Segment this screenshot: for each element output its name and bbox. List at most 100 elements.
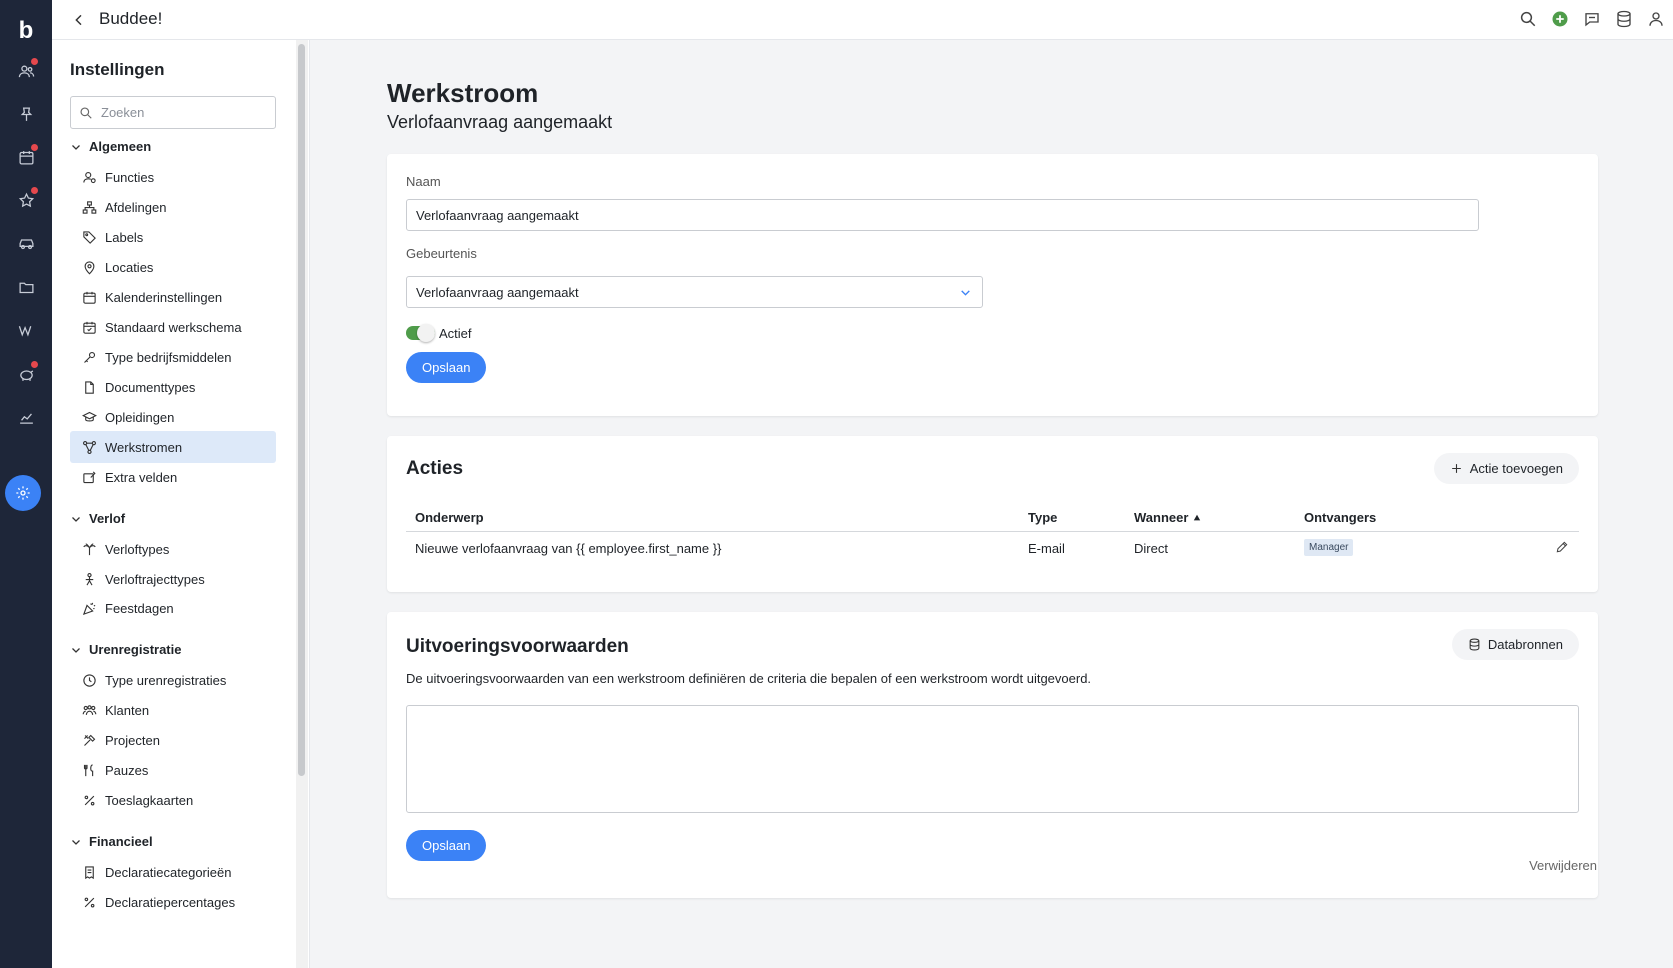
chevron-down-icon [72,516,80,522]
sidebar-item-klanten[interactable]: Klanten [70,694,276,726]
sidebar-item-toeslagkaarten[interactable]: Toeslagkaarten [70,784,276,816]
graduation-cap-icon [82,411,97,421]
sidebar-item-documenttypes[interactable]: Documenttypes [70,371,276,403]
name-label: Naam [406,174,441,189]
sidebar-scrollbar[interactable] [298,44,305,776]
tag-icon [83,230,96,244]
table-row[interactable]: Nieuwe verlofaanvraag van {{ employee.fi… [406,532,1579,564]
sidebar-item-declaratiecategorieen[interactable]: Declaratiecategorieën [70,856,276,888]
sidebar-item-werkstromen[interactable]: Werkstromen [70,431,276,463]
settings-title: Instellingen [70,60,165,79]
section-algemeen[interactable]: Algemeen [70,139,151,154]
chevron-left-icon [75,14,82,26]
sidebar-item-afdelingen[interactable]: Afdelingen [70,191,276,223]
sidebar-item-verloftypes[interactable]: Verloftypes [70,533,276,565]
sidebar-item-kalenderinstellingen[interactable]: Kalenderinstellingen [70,281,276,313]
search-icon[interactable] [1517,8,1539,30]
sidebar-item-label: Type bedrijfsmiddelen [105,349,232,365]
section-label: Verlof [89,511,126,526]
sidebar-item-functies[interactable]: Functies [70,161,276,193]
sidebar-item-label: Toeslagkaarten [105,792,194,808]
name-input[interactable] [406,199,1479,231]
add-action-button[interactable]: Actie toevoegen [1433,453,1579,484]
settings-search[interactable] [70,96,276,129]
add-action-label: Actie toevoegen [1469,461,1563,476]
chevron-down-icon [72,839,80,845]
app-logo[interactable]: b [0,14,52,48]
edit-field-icon [83,470,96,483]
car-icon[interactable] [10,227,42,259]
piggy-bank-icon[interactable] [10,358,42,390]
cell-when: Direct [1134,541,1168,556]
sidebar-item-label: Opleidingen [105,409,175,425]
pencil-icon[interactable] [1553,538,1571,556]
wiki-icon[interactable] [10,314,42,346]
workflow-form-card: Naam Gebeurtenis Verlofaanvraag aangemaa… [387,154,1598,416]
datasources-button[interactable]: Databronnen [1451,629,1579,660]
sidebar-item-standaard-werkschema[interactable]: Standaard werkschema [70,311,276,343]
percent-icon [84,897,95,907]
chevron-down-icon [72,647,80,653]
key-icon [84,351,96,363]
active-toggle[interactable] [406,324,435,342]
sidebar-item-projecten[interactable]: Projecten [70,724,276,756]
database-icon[interactable] [1613,8,1635,30]
party-icon [82,602,96,615]
chart-icon[interactable] [10,401,42,433]
page-subtitle: Verlofaanvraag aangemaakt [387,112,613,132]
sidebar-item-type-bedrijfsmiddelen[interactable]: Type bedrijfsmiddelen [70,341,276,373]
chevron-down-icon [961,290,970,296]
main-content: Werkstroom Verlofaanvraag aangemaakt Naa… [310,40,1673,968]
chevron-down-icon [72,144,80,150]
recipient-badge: Manager [1304,539,1354,556]
column-type[interactable]: Type [1028,510,1057,525]
column-ontvangers[interactable]: Ontvangers [1304,510,1376,525]
section-financieel[interactable]: Financieel [70,834,153,849]
folder-icon[interactable] [10,271,42,303]
event-select-value: Verlofaanvraag aangemaakt [416,284,579,300]
sidebar-item-locaties[interactable]: Locaties [70,251,276,283]
gear-icon[interactable] [5,475,41,511]
sidebar-item-pauzes[interactable]: Pauzes [70,754,276,786]
sidebar-item-type-urenregistraties[interactable]: Type urenregistraties [70,664,276,696]
sidebar-item-labels[interactable]: Labels [70,221,276,253]
datasources-label: Databronnen [1487,637,1563,652]
section-verlof[interactable]: Verlof [70,511,125,526]
database-icon [1469,638,1480,651]
column-onderwerp[interactable]: Onderwerp [415,510,484,525]
sidebar-item-feestdagen[interactable]: Feestdagen [70,592,276,624]
star-icon[interactable] [10,184,42,216]
sidebar-item-declaratiepercentages[interactable]: Declaratiepercentages [70,886,276,918]
column-wanneer[interactable]: Wanneer [1134,510,1201,525]
section-label: Algemeen [89,139,152,154]
back-button[interactable] [68,9,90,31]
conditions-card: Uitvoeringsvoorwaarden Databronnen De ui… [387,612,1598,898]
notification-dot [31,58,38,65]
conditions-textarea[interactable] [406,705,1579,813]
sidebar-item-extra-velden[interactable]: Extra velden [70,461,276,493]
pin-icon[interactable] [10,98,42,130]
people-icon[interactable] [10,55,42,87]
delete-link[interactable]: Verwijderen [1529,858,1597,873]
settings-search-input[interactable] [101,105,261,120]
user-icon[interactable] [1645,8,1667,30]
save-conditions-button[interactable]: Opslaan [406,830,487,861]
sidebar-item-label: Afdelingen [105,199,167,215]
sidebar-item-label: Documenttypes [105,379,196,395]
group-icon [82,704,97,715]
sidebar-item-opleidingen[interactable]: Opleidingen [70,401,276,433]
event-select[interactable]: Verlofaanvraag aangemaakt [406,276,983,308]
save-button[interactable]: Opslaan [406,352,487,383]
active-label: Actief [439,326,472,341]
calendar-icon[interactable] [10,141,42,173]
sidebar-item-verloftrajecttypes[interactable]: Verloftrajecttypes [70,563,276,595]
cutlery-icon [83,763,94,776]
tools-icon [84,734,96,746]
add-circle-icon[interactable] [1549,8,1571,30]
chat-icon[interactable] [1581,8,1603,30]
actions-title: Acties [406,458,464,479]
palm-tree-icon [83,542,96,555]
sidebar-item-label: Pauzes [105,762,149,778]
section-urenregistratie[interactable]: Urenregistratie [70,642,181,657]
cell-type: E-mail [1028,541,1065,556]
